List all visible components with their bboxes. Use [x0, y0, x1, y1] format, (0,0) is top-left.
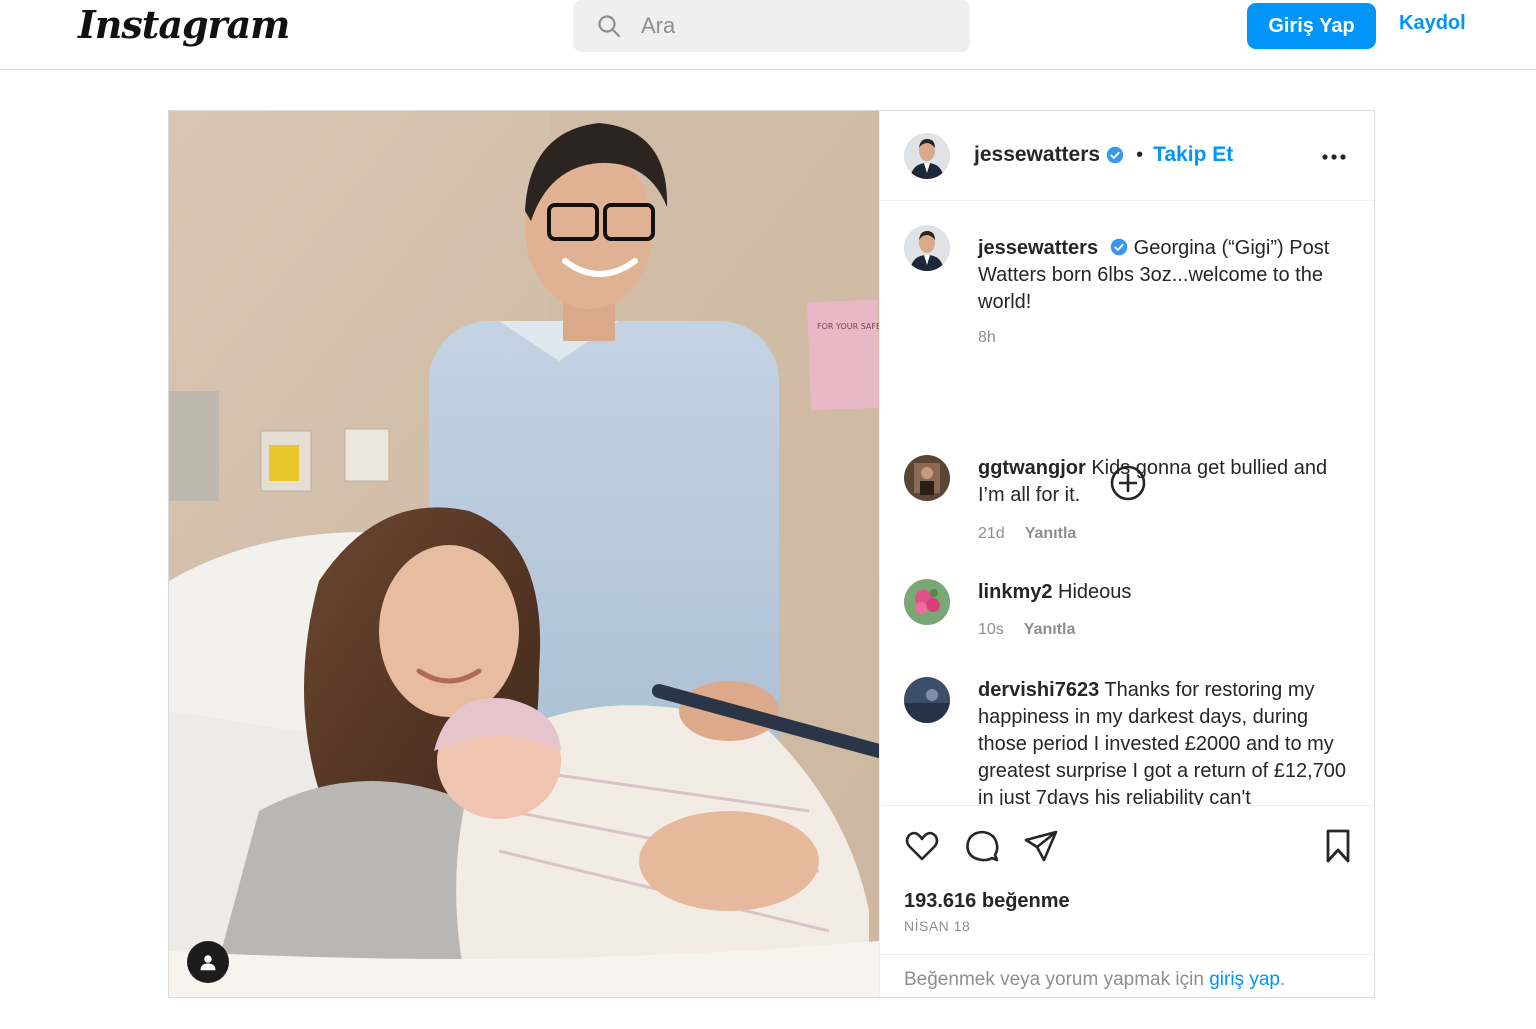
comment-body: ggtwangjor Kids gonna get bullied and I’…: [978, 455, 1358, 509]
more-options-icon[interactable]: [1320, 147, 1348, 167]
comment-body: linkmy2 Hideous: [978, 579, 1358, 606]
bookmark-icon[interactable]: [1320, 828, 1356, 864]
comment-icon[interactable]: [964, 828, 1000, 864]
post-photo: FOR YOUR SAFETY: [169, 111, 879, 997]
comment-text: Hideous: [1058, 581, 1132, 603]
post-date: NİSAN 18: [904, 918, 971, 934]
commenter-avatar[interactable]: [904, 455, 950, 501]
post-actions: 193.616 beğenme NİSAN 18 Beğenmek veya y…: [880, 805, 1375, 998]
signup-link[interactable]: Kaydol: [1399, 12, 1466, 35]
reply-button[interactable]: Yanıtla: [1025, 525, 1077, 543]
commenter-avatar[interactable]: [904, 579, 950, 625]
commenter-avatar[interactable]: [904, 677, 950, 723]
comment-username[interactable]: ggtwangjor: [978, 457, 1086, 479]
top-navigation-bar: Instagram Giriş Yap Kaydol: [0, 0, 1536, 70]
post-header: jessewatters • Takip Et: [880, 111, 1375, 201]
login-button[interactable]: Giriş Yap: [1247, 3, 1376, 49]
caption-meta: 8h: [978, 329, 996, 347]
verified-badge-icon: [1106, 146, 1124, 164]
author-avatar[interactable]: [904, 133, 950, 179]
verified-badge-icon: [1110, 238, 1127, 256]
comments-section[interactable]: jessewatters Georgina (“Gigi”) Post Watt…: [880, 201, 1375, 805]
wall-sign-text: FOR YOUR SAFETY: [817, 322, 879, 331]
user-tag-icon: [200, 955, 216, 971]
follow-button[interactable]: Takip Et: [1153, 143, 1233, 167]
comment-username[interactable]: dervishi7623: [978, 679, 1099, 701]
hospital-family-photo: FOR YOUR SAFETY: [169, 111, 879, 997]
search-input[interactable]: [639, 12, 943, 40]
comment-body: dervishi7623 Thanks for restoring my hap…: [978, 677, 1358, 805]
post-card: FOR YOUR SAFETY: [168, 110, 1375, 998]
caption-username[interactable]: jessewatters: [978, 237, 1098, 259]
heart-icon[interactable]: [904, 828, 940, 864]
paper-plane-icon[interactable]: [1023, 828, 1059, 864]
comment-time: 21d: [978, 525, 1005, 542]
comment-meta: 10s Yanıtla: [978, 621, 1075, 639]
like-count[interactable]: 193.616 beğenme: [904, 890, 1070, 913]
comment-username[interactable]: linkmy2: [978, 581, 1052, 603]
login-prompt-row: Beğenmek veya yorum yapmak için giriş ya…: [880, 954, 1375, 999]
author-username[interactable]: jessewatters: [974, 143, 1100, 167]
post-side-panel: jessewatters • Takip Et jessewatters Geo…: [879, 111, 1375, 997]
caption-body: jessewatters Georgina (“Gigi”) Post Watt…: [978, 235, 1358, 316]
login-prompt-prefix: Beğenmek veya yorum yapmak için: [904, 969, 1204, 990]
tagged-users-button[interactable]: [187, 941, 229, 983]
separator-dot: •: [1136, 143, 1144, 166]
reply-button[interactable]: Yanıtla: [1024, 621, 1076, 639]
login-prompt-link[interactable]: giriş yap: [1209, 969, 1280, 990]
search-box[interactable]: [573, 0, 970, 52]
login-prompt: Beğenmek veya yorum yapmak için giriş ya…: [904, 969, 1285, 991]
caption-time: 8h: [978, 329, 996, 346]
instagram-logo[interactable]: Instagram: [78, 2, 290, 47]
login-prompt-suffix: .: [1279, 969, 1286, 990]
comment-time: 10s: [978, 621, 1004, 638]
search-icon: [598, 15, 621, 38]
caption-avatar[interactable]: [904, 225, 950, 271]
post-author-row: jessewatters • Takip Et: [974, 143, 1233, 167]
comment-meta: 21d Yanıtla: [978, 525, 1076, 543]
